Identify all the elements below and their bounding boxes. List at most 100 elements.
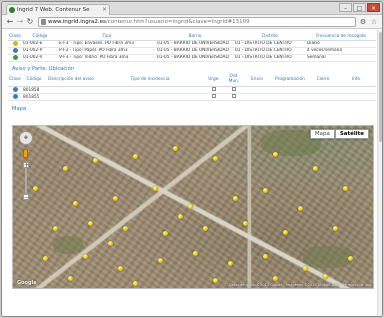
container-marker-icon[interactable]	[333, 226, 338, 231]
container-marker-icon[interactable]	[298, 206, 303, 211]
aviso-code: 801858	[22, 86, 46, 94]
container-marker-icon[interactable]	[113, 196, 118, 201]
aviso-cell	[96, 86, 204, 94]
col-ord-mun: Ord. Mun.	[224, 72, 244, 87]
browser-toolbar: ← → ↻ www.ingrid.ingra2.es/contenur.htm?…	[2, 15, 382, 29]
container-marker-icon[interactable]	[153, 186, 158, 191]
aviso-cell	[270, 86, 310, 94]
aviso-cell	[336, 86, 376, 94]
back-arrow-icon[interactable]: ←	[5, 17, 15, 27]
wrench-icon[interactable]: ⚙	[358, 17, 368, 27]
scrollbar-thumb[interactable]	[379, 32, 382, 142]
aviso-class-icon	[12, 87, 18, 92]
container-marker-icon[interactable]	[133, 281, 138, 286]
container-marker-icon[interactable]	[88, 221, 93, 226]
aviso-cell	[336, 93, 376, 101]
table-row[interactable]: 801858	[8, 86, 376, 94]
pegman-icon[interactable]	[23, 149, 28, 158]
table-row[interactable]: 01-002-P P-F3 - Tipo: Papel. PO Fibra 3m3…	[8, 47, 376, 55]
map-type-map-button[interactable]: Mapa	[309, 129, 335, 139]
avisos-section-title: Aviso y Parte. Ubicación	[12, 65, 75, 72]
container-frecuencia: 4 veces/semana	[306, 47, 376, 55]
container-marker-icon[interactable]	[118, 266, 123, 271]
container-marker-icon[interactable]	[348, 256, 353, 261]
container-marker-icon[interactable]	[303, 266, 308, 271]
container-marker-icon[interactable]	[173, 146, 178, 151]
container-marker-icon[interactable]	[313, 166, 318, 171]
container-marker-icon[interactable]	[178, 214, 183, 219]
pan-control-icon[interactable]: ✥	[19, 131, 33, 145]
container-marker-icon[interactable]	[203, 226, 208, 231]
container-marker-icon[interactable]	[63, 166, 68, 171]
zoom-control[interactable]: + −	[23, 162, 29, 202]
container-marker-icon[interactable]	[123, 226, 128, 231]
col-descripcion: Descripción del aviso	[46, 72, 96, 87]
aviso-checkbox[interactable]	[232, 94, 236, 99]
container-marker-icon[interactable]	[108, 241, 113, 246]
container-distrito: 01 - DISTRITO DE CENTRO	[234, 40, 306, 48]
container-marker-icon[interactable]	[158, 258, 163, 263]
star-icon[interactable]: ☆	[369, 17, 379, 27]
maximize-icon[interactable]: □	[353, 3, 366, 12]
table-row[interactable]: 01-002-V V-F3 - Tipo: Vidrio. PO Fibra 3m…	[8, 54, 376, 62]
container-marker-icon[interactable]	[233, 196, 238, 201]
col-tipo: Tipo	[58, 33, 156, 41]
container-marker-icon[interactable]	[228, 261, 233, 266]
container-marker-icon[interactable]	[93, 158, 98, 163]
page-info-icon[interactable]	[41, 19, 46, 25]
container-marker-icon[interactable]	[83, 254, 88, 259]
container-marker-icon[interactable]	[263, 188, 268, 193]
zoom-in-icon[interactable]: +	[23, 162, 29, 169]
container-marker-icon[interactable]	[213, 156, 218, 161]
aviso-check-cell	[224, 86, 244, 94]
reload-icon[interactable]: ↻	[25, 17, 35, 27]
minimize-icon[interactable]: –	[339, 3, 352, 12]
tab-bar: Ingrid 7 Web. Contenur Se × – □ ×	[2, 2, 382, 15]
aviso-checkbox[interactable]	[212, 87, 216, 92]
container-marker-icon[interactable]	[273, 152, 278, 157]
container-marker-icon[interactable]	[243, 221, 248, 226]
container-marker-icon[interactable]	[163, 231, 168, 236]
container-marker-icon[interactable]	[33, 186, 38, 191]
container-marker-icon[interactable]	[53, 226, 58, 231]
forward-arrow-icon[interactable]: →	[15, 17, 25, 27]
avisos-table: Clase Código Descripción del aviso Tipo …	[8, 72, 376, 101]
map-type-satellite-button[interactable]: Satélite	[334, 129, 369, 139]
aviso-checkbox[interactable]	[212, 94, 216, 99]
table-header-row: Clase Código Tipo Barrio Distrito Frecue…	[8, 33, 376, 41]
col-urge: Urge.	[204, 72, 224, 87]
container-marker-icon[interactable]	[283, 230, 288, 235]
table-header-row: Clase Código Descripción del aviso Tipo …	[8, 72, 376, 87]
container-marker-icon[interactable]	[68, 276, 73, 281]
table-row[interactable]: 01-002-E E-F3 - Tipo: Envases. PO Fibra 3…	[8, 40, 376, 48]
address-bar[interactable]: www.ingrid.ingra2.es/contenur.htm?usuari…	[38, 17, 356, 27]
zoom-slider[interactable]	[25, 168, 27, 194]
close-window-icon[interactable]: ×	[367, 3, 380, 12]
container-marker-icon[interactable]	[188, 204, 193, 209]
container-marker-icon[interactable]	[213, 278, 218, 283]
map-attribution[interactable]: Datos de mapa ©2013 Google · Imágenes ©2…	[229, 283, 371, 287]
container-marker-icon[interactable]	[343, 186, 348, 191]
url-host: www.ingrid.ingra2.es	[48, 19, 106, 25]
aviso-check-cell	[204, 86, 224, 94]
table-row[interactable]: 801855	[8, 93, 376, 101]
container-marker-icon[interactable]	[133, 154, 138, 159]
container-marker-icon[interactable]	[273, 276, 278, 281]
container-marker-icon[interactable]	[263, 254, 268, 259]
container-marker-icon[interactable]	[73, 201, 78, 206]
container-marker-icon[interactable]	[43, 256, 48, 261]
aviso-checkbox[interactable]	[232, 87, 236, 92]
container-type: E-F3 - Tipo: Envases. PO Fibra 3m3	[58, 40, 156, 48]
container-type: V-F3 - Tipo: Vidrio. PO Fibra 3m3	[58, 54, 156, 62]
satellite-map[interactable]: ✥ + − Mapa Satélite Google Datos de mapa…	[12, 125, 374, 289]
page-scrollbar[interactable]	[377, 30, 382, 316]
container-distrito: 01 - DISTRITO DE CENTRO	[234, 47, 306, 55]
aviso-cell	[96, 93, 204, 101]
zoom-out-icon[interactable]: −	[23, 194, 29, 201]
browser-tab[interactable]: Ingrid 7 Web. Contenur Se ×	[6, 4, 110, 15]
container-marker-icon[interactable]	[193, 251, 198, 256]
close-tab-icon[interactable]: ×	[102, 5, 107, 15]
container-class-cell	[8, 47, 22, 55]
container-class-icon	[12, 40, 18, 46]
container-marker-icon[interactable]	[323, 274, 328, 279]
